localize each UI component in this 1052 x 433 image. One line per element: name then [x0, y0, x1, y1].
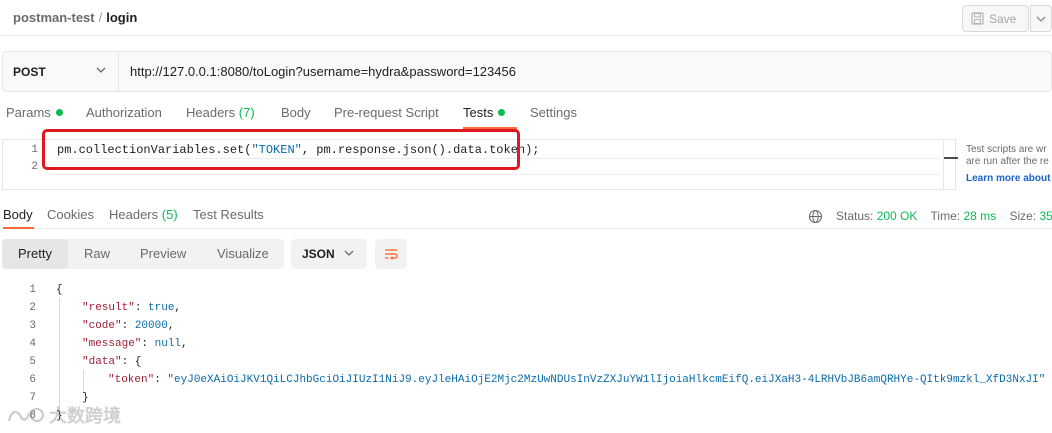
save-label: Save — [989, 11, 1017, 26]
indent-guide — [83, 370, 84, 392]
json-value: 20000 — [134, 320, 168, 332]
json-value: true — [148, 302, 175, 314]
line-number: 1 — [29, 284, 36, 296]
method-select[interactable]: POST — [3, 52, 119, 91]
json-line: "token": "eyJ0eXAiOiJKV1QiLCJhbGciOiJIUz… — [108, 374, 1046, 386]
status-value[interactable]: 200 OK — [877, 209, 918, 223]
format-select[interactable]: JSON — [291, 239, 367, 269]
tab-prerequest-script[interactable]: Pre-request Script — [334, 105, 439, 120]
tab-headers-count: (7) — [238, 105, 255, 120]
url-input[interactable]: http://127.0.0.1:8080/toLogin?username=h… — [130, 64, 516, 79]
response-tab-body[interactable]: Body — [3, 207, 34, 229]
request-header: postman-test / login Save — [0, 0, 1052, 36]
indent-guide — [59, 298, 60, 410]
globe-icon[interactable] — [808, 209, 823, 224]
help-text-line: are run after the re — [966, 156, 1049, 167]
response-tabs: Body Cookies Headers (5) Test Results St… — [0, 207, 1052, 229]
response-tab-headers-label: Headers — [109, 207, 159, 222]
tab-headers[interactable]: Headers (7) — [186, 105, 255, 120]
response-tab-headers[interactable]: Headers (5) — [109, 207, 178, 222]
tab-headers-label: Headers — [186, 105, 236, 120]
url-bar: POST http://127.0.0.1:8080/toLogin?usern… — [2, 51, 1052, 92]
json-key: "data" — [82, 356, 122, 368]
status-label: Status: — [836, 209, 874, 223]
json-line: "code": 20000, — [82, 320, 175, 332]
json-line: "result": true, — [82, 302, 182, 314]
line-number: 3 — [29, 320, 36, 332]
annotation-highlight-box — [42, 129, 520, 170]
view-raw[interactable]: Raw — [84, 239, 110, 269]
view-preview[interactable]: Preview — [140, 239, 186, 269]
tab-params[interactable]: Params — [6, 105, 63, 120]
json-brace: { — [56, 284, 63, 296]
watermark-logo-icon — [8, 408, 44, 422]
tab-settings[interactable]: Settings — [530, 105, 577, 120]
json-value: "eyJ0eXAiOiJKV1QiLCJhbGciOiJIUzI1NiJ9.ey… — [167, 374, 1046, 386]
editor-scrollbar[interactable] — [943, 140, 958, 189]
json-key: "code" — [82, 320, 122, 332]
tests-indicator-dot — [498, 109, 506, 116]
chevron-down-icon — [344, 250, 354, 256]
tab-authorization[interactable]: Authorization — [86, 105, 162, 120]
scroll-thumb[interactable] — [944, 157, 958, 159]
breadcrumb-separator: / — [98, 10, 103, 25]
json-key: "message" — [82, 338, 142, 350]
request-tabs: Params Authorization Headers (7) Body Pr… — [0, 105, 700, 129]
line-number: 2 — [31, 161, 38, 173]
method-label: POST — [13, 64, 46, 79]
response-tab-test-results[interactable]: Test Results — [193, 207, 264, 222]
json-line: { — [56, 284, 63, 296]
line-number: 2 — [29, 302, 36, 314]
learn-more-link[interactable]: Learn more about — [966, 173, 1052, 185]
response-body[interactable]: 1 2 3 4 5 6 7 8 { "result": true, "code"… — [0, 281, 1052, 433]
response-tab-cookies[interactable]: Cookies — [47, 207, 94, 222]
time-label: Time: — [930, 209, 961, 223]
tests-help-panel: Test scripts are wr are run after the re… — [966, 144, 1052, 185]
line-number: 6 — [29, 374, 36, 386]
json-key: "result" — [82, 302, 135, 314]
json-value: null — [154, 338, 182, 350]
tab-tests[interactable]: Tests — [463, 105, 518, 129]
tab-params-label: Params — [6, 105, 51, 120]
response-headers-count: (5) — [161, 207, 178, 222]
format-label: JSON — [302, 247, 335, 261]
save-button[interactable]: Save — [962, 5, 1029, 32]
breadcrumb: postman-test / login — [13, 10, 137, 25]
save-icon — [971, 12, 984, 25]
editor-gutter: 1 2 — [3, 140, 43, 189]
json-line: "data": { — [82, 356, 142, 368]
json-key: "token" — [108, 374, 155, 386]
size-label: Size: — [1009, 209, 1037, 223]
line-number: 4 — [29, 338, 36, 350]
tab-tests-label: Tests — [463, 105, 494, 120]
help-text-line: Test scripts are wr — [966, 144, 1047, 155]
view-visualize[interactable]: Visualize — [217, 239, 269, 269]
wrap-lines-icon — [385, 249, 398, 260]
save-options-button[interactable] — [1030, 5, 1052, 32]
watermark: 大数跨境 — [5, 401, 121, 429]
wrap-lines-button[interactable] — [375, 239, 407, 269]
params-indicator-dot — [55, 109, 63, 116]
line-number: 5 — [29, 356, 36, 368]
breadcrumb-request[interactable]: login — [106, 10, 137, 25]
view-mode-selector: Pretty Raw Preview Visualize — [2, 239, 284, 269]
tab-body[interactable]: Body — [281, 105, 311, 120]
line-number: 1 — [31, 144, 38, 156]
time-value[interactable]: 28 ms — [963, 209, 996, 223]
breadcrumb-collection[interactable]: postman-test — [13, 10, 95, 25]
json-line: "message": null, — [82, 338, 188, 350]
response-meta: Status: 200 OK Time: 28 ms Size: 358 — [836, 209, 1052, 223]
watermark-text: 大数跨境 — [49, 406, 121, 426]
view-pretty[interactable]: Pretty — [2, 239, 68, 269]
chevron-down-icon — [96, 67, 106, 73]
size-value[interactable]: 358 — [1040, 209, 1052, 223]
chevron-down-icon — [1036, 16, 1046, 22]
